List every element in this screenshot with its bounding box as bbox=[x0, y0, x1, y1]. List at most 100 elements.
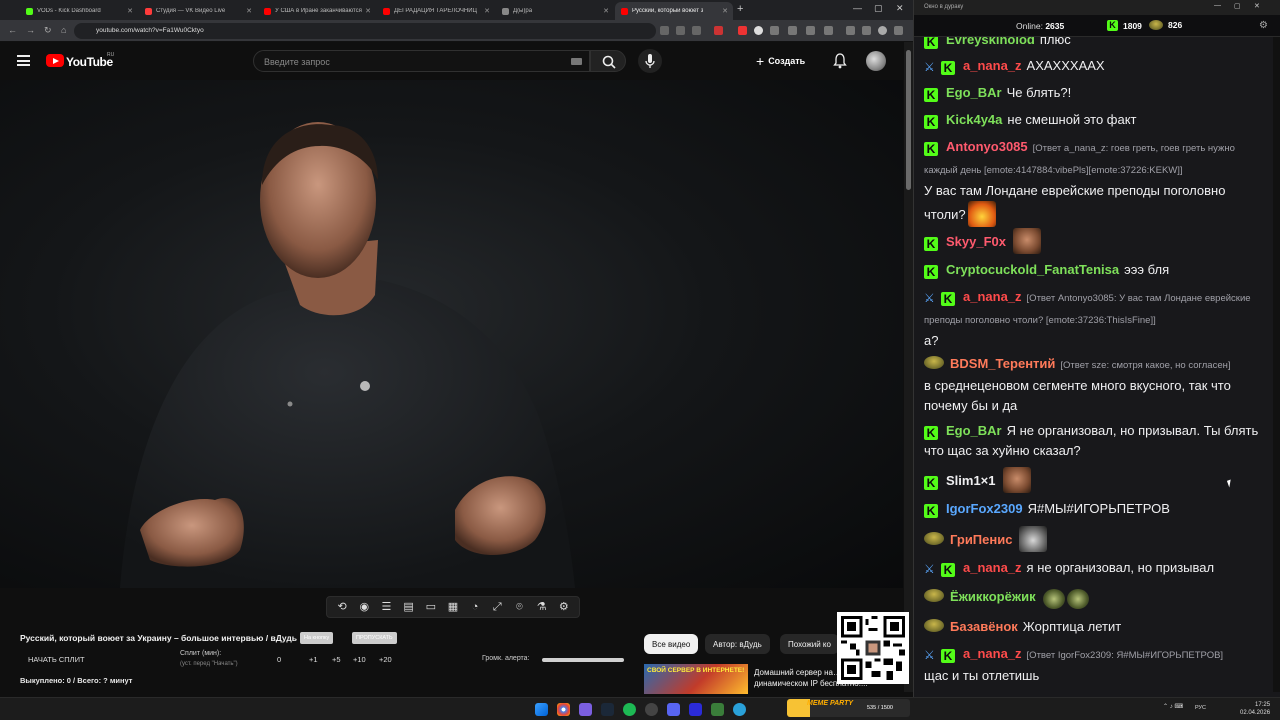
chat-username[interactable]: Slim1×1 bbox=[946, 473, 996, 488]
meme-party-widget[interactable]: MEME PARTY 535 / 1500 bbox=[787, 699, 910, 717]
extension-icon[interactable] bbox=[806, 26, 815, 35]
tab-kick-vods[interactable]: VODs - Kick Dashboard ✕ bbox=[20, 2, 138, 20]
alert-volume-slider[interactable] bbox=[542, 658, 624, 662]
chat-username[interactable]: Antonyo3085 bbox=[946, 139, 1028, 154]
close-window-icon[interactable]: ✕ bbox=[896, 3, 904, 14]
chat-username[interactable]: BDSM_Терентий bbox=[950, 356, 1055, 371]
chat-username[interactable]: Ёжиккорёжик bbox=[950, 589, 1036, 604]
flask-icon[interactable]: ⚗ bbox=[535, 600, 549, 614]
tab-vk-studio[interactable]: Студия — VK Видео Live ✕ bbox=[139, 2, 257, 20]
split-plus-10[interactable]: +10 bbox=[353, 655, 366, 664]
tab-usa-iran[interactable]: У США в Иране заканчиваются ✕ bbox=[258, 2, 376, 20]
youtube-logo-text[interactable]: YouTube bbox=[66, 55, 113, 69]
audio-waves-icon[interactable]: ◉ bbox=[357, 600, 371, 614]
zoom-icon[interactable] bbox=[676, 26, 685, 35]
chat-maximize-icon[interactable]: ▢ bbox=[1234, 2, 1241, 10]
steam-icon[interactable] bbox=[601, 703, 614, 716]
chip-author[interactable]: Автор: вДудь bbox=[705, 634, 770, 654]
menu-dots-icon[interactable] bbox=[894, 26, 903, 35]
taskbar-clock[interactable]: 17:25 02.04.2026 bbox=[1240, 701, 1270, 717]
reload-icon[interactable]: ↻ bbox=[44, 25, 52, 36]
chip-similar[interactable]: Похожий ко bbox=[780, 634, 839, 654]
telegram-icon[interactable] bbox=[733, 703, 746, 716]
tab-dyra[interactable]: Д(ы)ра ✕ bbox=[496, 2, 614, 20]
settings-gear-icon[interactable]: ⚙ bbox=[557, 600, 571, 614]
chat-settings-gear-icon[interactable]: ⚙ bbox=[1259, 20, 1268, 31]
extension-icon[interactable] bbox=[788, 26, 797, 35]
split-value-0[interactable]: 0 bbox=[277, 655, 281, 664]
app-icon[interactable] bbox=[711, 703, 724, 716]
profile-icon[interactable] bbox=[878, 26, 887, 35]
chat-username[interactable]: Базавёнок bbox=[950, 619, 1018, 634]
chat-username[interactable]: a_nana_z bbox=[963, 646, 1022, 661]
start-split-button[interactable]: НАЧАТЬ СПЛИТ bbox=[28, 655, 85, 664]
chat-username[interactable]: IgorFox2309 bbox=[946, 501, 1023, 516]
discord-icon[interactable] bbox=[667, 703, 680, 716]
film-icon[interactable]: ▤ bbox=[402, 600, 416, 614]
chat-username[interactable]: Ego_BAr bbox=[946, 85, 1002, 100]
chat-username[interactable]: a_nana_z bbox=[963, 560, 1022, 575]
maximize-icon[interactable]: ▢ bbox=[874, 3, 883, 14]
cast-icon[interactable] bbox=[660, 26, 669, 35]
split-plus-20[interactable]: +20 bbox=[379, 655, 392, 664]
bookmark-star-icon[interactable] bbox=[692, 26, 701, 35]
youtube-logo-icon[interactable] bbox=[46, 54, 64, 67]
input-language[interactable]: РУС bbox=[1195, 705, 1206, 711]
chat-username[interactable]: Skyy_F0x bbox=[946, 234, 1006, 249]
sidebar-icon[interactable] bbox=[862, 26, 871, 35]
notifications-bell-icon[interactable] bbox=[833, 53, 847, 69]
tab-active-video[interactable]: Русский, который воюет з ✕ bbox=[615, 2, 733, 20]
home-icon[interactable]: ⌂ bbox=[61, 25, 66, 35]
chat-message-list[interactable]: K Evreyskinolod плюс ⚔ Ka_nana_z АХАХХХААХ K… bbox=[914, 37, 1280, 697]
new-tab-icon[interactable]: + bbox=[737, 3, 743, 15]
keyboard-icon[interactable] bbox=[571, 58, 582, 65]
search-input[interactable]: Введите запрос bbox=[253, 50, 590, 72]
close-tab-icon[interactable]: ✕ bbox=[246, 7, 252, 15]
chat-username[interactable]: Kick4y4a bbox=[946, 112, 1002, 127]
downloads-icon[interactable] bbox=[846, 26, 855, 35]
loop-icon[interactable]: ⟲ bbox=[335, 600, 349, 614]
app-icon[interactable] bbox=[689, 703, 702, 716]
zoom-icon[interactable]: ⤢ bbox=[490, 600, 504, 614]
start-windows-icon[interactable] bbox=[535, 703, 548, 716]
chat-scrollbar[interactable] bbox=[1273, 37, 1280, 692]
chat-username[interactable]: ГриПенис bbox=[950, 532, 1012, 547]
minimize-icon[interactable]: — bbox=[853, 3, 862, 13]
split-plus-1[interactable]: +1 bbox=[309, 655, 318, 664]
close-tab-icon[interactable]: ✕ bbox=[127, 7, 133, 15]
url-field[interactable]: youtube.com/watch?v=Fa1Wu0Cktyo bbox=[74, 23, 656, 39]
extension-red-icon[interactable] bbox=[714, 26, 723, 35]
speed-icon[interactable]: ◔ bbox=[468, 600, 482, 614]
playlist-icon[interactable]: ☰ bbox=[379, 600, 393, 614]
recommended-thumbnail[interactable]: СВОЙ СЕРВЕР В ИНТЕРНЕТЕ! bbox=[644, 664, 748, 694]
app-icon[interactable] bbox=[579, 703, 592, 716]
skip-button[interactable]: ПРОПУСКАТЬ bbox=[352, 632, 397, 644]
tab-degradation[interactable]: ДЕГРАДАЦИЯ ТАРЕЛОЧНИЦ ✕ bbox=[377, 2, 495, 20]
subtitles-icon[interactable]: ▦ bbox=[446, 600, 460, 614]
extension-icon[interactable] bbox=[770, 26, 779, 35]
close-tab-icon[interactable]: ✕ bbox=[603, 7, 609, 15]
close-tab-icon[interactable]: ✕ bbox=[722, 7, 728, 15]
page-scrollbar-thumb[interactable] bbox=[906, 50, 911, 190]
chat-username[interactable]: a_nana_z bbox=[963, 289, 1022, 304]
not-important-button[interactable]: На кнопку bbox=[300, 632, 334, 644]
system-tray-icons[interactable]: ⌃ ♪ ⌨ bbox=[1163, 703, 1183, 710]
forward-icon[interactable]: → bbox=[26, 25, 35, 35]
picture-in-picture-icon[interactable]: ▭ bbox=[424, 600, 438, 614]
close-tab-icon[interactable]: ✕ bbox=[484, 7, 490, 15]
puzzle-extensions-icon[interactable] bbox=[824, 26, 833, 35]
back-icon[interactable]: ← bbox=[8, 25, 17, 35]
chat-minimize-icon[interactable]: — bbox=[1214, 2, 1221, 9]
split-plus-5[interactable]: +5 bbox=[332, 655, 341, 664]
search-button[interactable] bbox=[590, 50, 626, 72]
extension-alert-icon[interactable] bbox=[738, 26, 747, 35]
close-tab-icon[interactable]: ✕ bbox=[365, 7, 371, 15]
chat-username[interactable]: Ego_BAr bbox=[946, 423, 1002, 438]
chrome-icon[interactable] bbox=[557, 703, 570, 716]
chat-username[interactable]: Evreyskinolod bbox=[946, 37, 1035, 47]
chat-close-icon[interactable]: ✕ bbox=[1254, 2, 1260, 10]
extension-round-icon[interactable] bbox=[754, 26, 763, 35]
chat-username[interactable]: Cryptocuckold_FanatTenisa bbox=[946, 262, 1119, 277]
screenshot-camera-icon[interactable]: ⌾ bbox=[512, 600, 526, 614]
obs-icon[interactable] bbox=[645, 703, 658, 716]
